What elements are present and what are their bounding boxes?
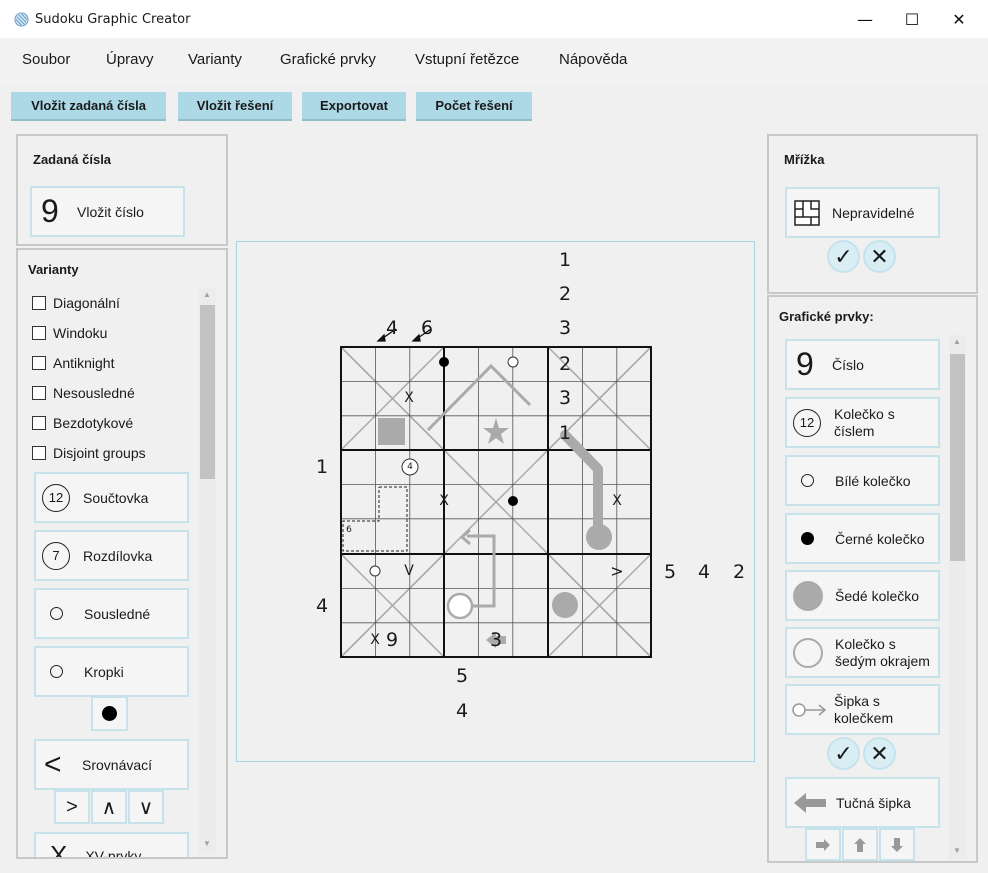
- top-clue: 2: [558, 283, 572, 305]
- white-dot: [507, 356, 519, 368]
- black-circle-card[interactable]: Černé kolečko: [785, 513, 940, 564]
- graphics-confirm-button[interactable]: ✓: [827, 737, 860, 770]
- arrow-line: [467, 534, 496, 608]
- white-circle-label: Bílé kolečko: [835, 472, 911, 489]
- right-clue: 4: [697, 561, 711, 583]
- x-mark: X: [404, 390, 414, 406]
- x-mark: X: [370, 632, 380, 648]
- number-label: Číslo: [832, 356, 864, 373]
- x-mark: X: [612, 493, 622, 509]
- gray-circle-icon: [793, 580, 823, 611]
- grid-confirm-button[interactable]: ✓: [827, 240, 860, 273]
- arrow-circle: [446, 592, 474, 620]
- gray-circle: [552, 592, 578, 618]
- white-circle-card[interactable]: Bílé kolečko: [785, 455, 940, 506]
- scroll-up-icon: ▲: [953, 337, 961, 346]
- cell-digit: 9: [385, 629, 399, 651]
- arrow-down-icon: [891, 837, 903, 852]
- right-clue: 2: [732, 561, 746, 583]
- bottom-clue: 4: [455, 700, 469, 722]
- arrow-up-button[interactable]: [842, 828, 878, 861]
- top-clue: 1: [558, 422, 572, 444]
- thermometer-bulb: [586, 524, 612, 550]
- bottom-clue: 5: [455, 665, 469, 687]
- star-icon: [483, 418, 509, 444]
- x-mark: X: [439, 493, 449, 509]
- gray-circle-label: Šedé kolečko: [835, 587, 920, 604]
- diagonal-clue: 4: [385, 317, 399, 339]
- black-dot: [439, 357, 449, 367]
- arrow-down-button[interactable]: [879, 828, 915, 861]
- white-dot: [369, 565, 381, 577]
- top-clue: 2: [558, 353, 572, 375]
- graphics-scrollbar[interactable]: ▲ ▼: [949, 335, 966, 859]
- gray-ring-label: Kolečko s šedým okrajem: [835, 635, 930, 669]
- gray-square: [378, 418, 405, 445]
- graphics-cancel-button[interactable]: ✕: [863, 737, 896, 770]
- circle-number: 4: [407, 462, 413, 472]
- circle-arrow-card[interactable]: Šipka s kolečkem: [785, 684, 940, 735]
- white-circle-icon: [801, 474, 814, 487]
- irregular-grid-card[interactable]: Nepravidelné: [785, 187, 940, 238]
- digit-nine-icon: 9: [796, 346, 814, 382]
- scroll-down-icon: ▼: [953, 846, 961, 855]
- scrollbar-thumb[interactable]: [950, 354, 965, 561]
- irregular-grid-label: Nepravidelné: [832, 204, 915, 221]
- cage-sum: 6: [346, 525, 352, 535]
- graphics-title: Grafické prvky:: [779, 309, 874, 324]
- thick-arrow-card[interactable]: Tučná šipka: [785, 777, 940, 828]
- irregular-grid-icon: [794, 199, 820, 226]
- top-clue: 1: [558, 249, 572, 271]
- right-clue: 5: [663, 561, 677, 583]
- arrow-right-icon: [816, 838, 830, 851]
- grid-cancel-button[interactable]: ✕: [863, 240, 896, 273]
- circle-arrow-label: Šipka s kolečkem: [834, 692, 894, 726]
- grid-panel: Mřížka Nepravidelné ✓ ✕: [767, 134, 978, 294]
- left-clue: 1: [315, 456, 329, 478]
- arrow-up-icon: [854, 837, 866, 852]
- circle-number-card[interactable]: 12 Kolečko s číslem: [785, 397, 940, 448]
- gray-ring-icon: [793, 637, 823, 668]
- top-clue: 3: [558, 387, 572, 409]
- circle-arrow-icon: [792, 702, 827, 717]
- graphics-panel: Grafické prvky: 9 Číslo 12 Kolečko s čís…: [767, 295, 978, 863]
- black-circle-label: Černé kolečko: [835, 530, 925, 547]
- numbered-circle-icon: 12: [793, 408, 821, 437]
- thick-arrow-icon: [794, 792, 826, 813]
- inequality-sign: >: [610, 561, 624, 581]
- cell-digit: 3: [489, 629, 503, 651]
- black-circle-icon: [801, 532, 814, 545]
- arrow-right-button[interactable]: [805, 828, 841, 861]
- number-card[interactable]: 9 Číslo: [785, 339, 940, 390]
- grid-title: Mřížka: [784, 152, 825, 167]
- black-dot: [508, 496, 518, 506]
- gray-ring-card[interactable]: Kolečko s šedým okrajem: [785, 627, 940, 678]
- top-clue: 3: [558, 317, 572, 339]
- inequality-sign: V: [404, 563, 414, 579]
- circle-number-label: Kolečko s číslem: [834, 405, 895, 439]
- thick-arrow-label: Tučná šipka: [836, 794, 911, 811]
- diagonal-clue: 6: [420, 317, 434, 339]
- gray-circle-card[interactable]: Šedé kolečko: [785, 570, 940, 621]
- left-clue: 4: [315, 595, 329, 617]
